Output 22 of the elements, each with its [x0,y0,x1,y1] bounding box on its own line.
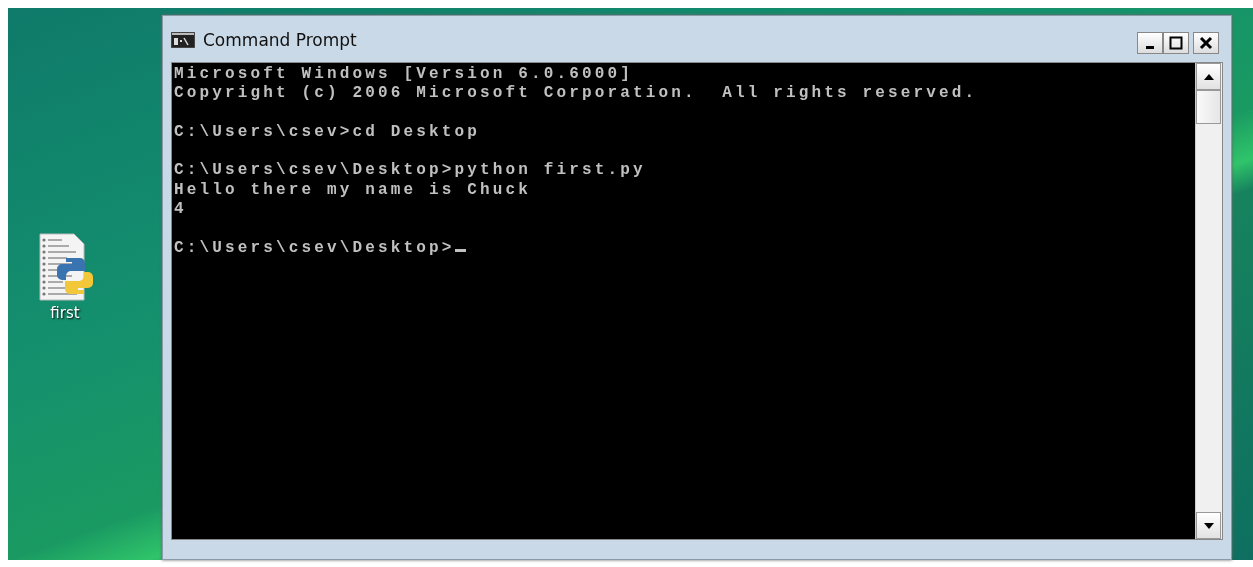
maximize-icon [1169,36,1183,50]
minimize-icon [1146,46,1154,49]
console-line: C:\Users\csev>cd Desktop [174,122,481,141]
maximize-button[interactable] [1163,32,1189,54]
scroll-up-button[interactable] [1196,63,1221,90]
close-icon [1199,36,1213,50]
desktop-icon-label[interactable]: first [50,302,80,325]
console-line: C:\Users\csev\Desktop> [174,238,455,257]
console-icon [171,32,195,48]
console-line: Microsoft Windows [Version 6.0.6000] [174,65,634,83]
console-line: 4 [174,200,187,219]
scrollbar-thumb[interactable] [1196,90,1221,124]
console-line: Hello there my name is Chuck [174,180,532,199]
scrollbar[interactable] [1195,63,1222,539]
close-button[interactable] [1193,32,1219,54]
console-line: Copyright (c) 2006 Microsoft Corporation. All rights reserved. [174,84,978,103]
scroll-down-button[interactable] [1196,512,1221,539]
down-arrow-icon [1203,522,1214,529]
console-line: C:\Users\csev\Desktop>python first.py [174,161,646,180]
up-arrow-icon [1203,73,1214,80]
window-title: Command Prompt [203,32,358,49]
minimize-button[interactable] [1137,32,1163,54]
